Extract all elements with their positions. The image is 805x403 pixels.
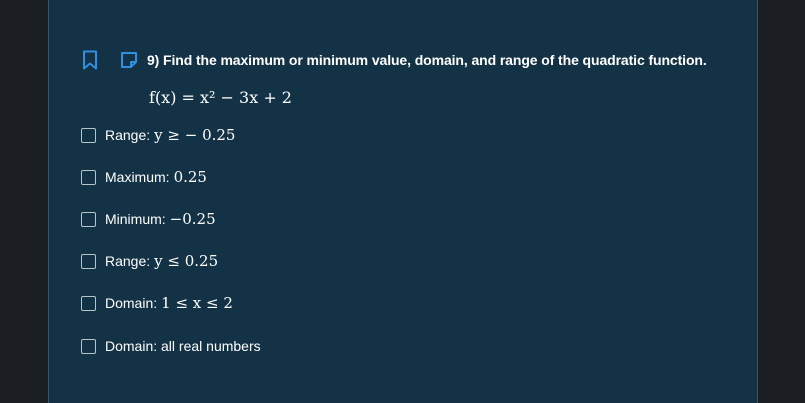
option-checkbox[interactable]	[81, 338, 96, 354]
option-minimum[interactable]: Minimum: −0.25	[80, 209, 216, 229]
option-checkbox[interactable]	[81, 253, 96, 269]
note-icon	[121, 52, 137, 68]
option-checkbox[interactable]	[81, 211, 96, 227]
option-label: Maximum:	[105, 169, 170, 185]
option-math: 0.25	[173, 168, 207, 186]
option-math: y ≤ 0.25	[154, 252, 219, 270]
option-checkbox[interactable]	[81, 127, 96, 143]
right-margin	[758, 0, 805, 403]
option-label: Minimum:	[105, 211, 166, 227]
option-domain-interval[interactable]: Domain: 1 ≤ x ≤ 2	[80, 293, 233, 313]
left-margin	[0, 0, 48, 403]
option-domain-all-reals[interactable]: Domain: all real numbers	[80, 336, 261, 356]
option-maximum[interactable]: Maximum: 0.25	[80, 167, 207, 187]
option-label: Range:	[105, 127, 151, 143]
option-checkbox[interactable]	[81, 295, 96, 311]
option-range-ge[interactable]: Range: y ≥ − 0.25	[80, 125, 235, 145]
note-button[interactable]	[119, 49, 139, 71]
option-label: Range:	[105, 253, 151, 269]
option-checkbox[interactable]	[81, 169, 96, 185]
question-header: 9) Find the maximum or minimum value, do…	[80, 48, 707, 72]
question-text: 9) Find the maximum or minimum value, do…	[147, 52, 707, 68]
option-label: Domain: all real numbers	[105, 338, 261, 354]
option-math: y ≥ − 0.25	[154, 126, 236, 144]
bookmark-button[interactable]	[80, 49, 100, 71]
bookmark-icon	[83, 50, 97, 70]
option-math: 1 ≤ x ≤ 2	[161, 294, 233, 312]
screen: 9) Find the maximum or minimum value, do…	[0, 0, 805, 403]
question-formula: f(x) = x² − 3x + 2	[149, 88, 292, 107]
option-range-le[interactable]: Range: y ≤ 0.25	[80, 251, 218, 271]
option-label: Domain:	[105, 295, 158, 311]
option-math: −0.25	[169, 210, 216, 228]
